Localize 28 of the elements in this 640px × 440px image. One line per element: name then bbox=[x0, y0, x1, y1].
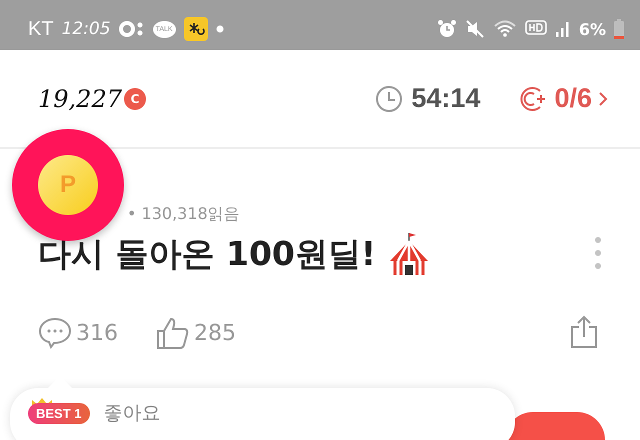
hd-icon bbox=[524, 20, 547, 38]
signal-icon bbox=[554, 20, 571, 38]
more-icon bbox=[594, 236, 602, 270]
comment-text: 좋아요 bbox=[104, 401, 161, 426]
app-icon bbox=[184, 17, 208, 41]
mute-icon bbox=[464, 19, 485, 39]
carrier: KT bbox=[28, 18, 54, 40]
wifi-icon bbox=[492, 19, 517, 39]
points-value: 19,227 bbox=[38, 84, 122, 112]
timer: 54:14 bbox=[411, 83, 480, 114]
missions-button[interactable]: 0/6 bbox=[518, 83, 608, 114]
chevron-right-icon bbox=[598, 90, 608, 108]
dot-icon bbox=[216, 25, 224, 33]
thumbs-up-icon bbox=[156, 316, 190, 350]
best-badge: BEST 1 bbox=[28, 402, 90, 424]
clock: 12:05 bbox=[62, 19, 111, 39]
clock-icon bbox=[375, 84, 404, 112]
alarm-icon bbox=[436, 19, 457, 39]
share-icon bbox=[570, 314, 598, 348]
comments-button[interactable]: 316 bbox=[38, 316, 118, 350]
comment-icon bbox=[38, 316, 72, 350]
like-button[interactable]: 285 bbox=[156, 316, 236, 350]
post-meta: • 130,318읽음 bbox=[127, 204, 241, 225]
points-floating-button[interactable]: P bbox=[12, 129, 124, 241]
battery-icon bbox=[614, 19, 624, 39]
coin-badge: C bbox=[124, 88, 146, 110]
battery-percent: 6% bbox=[578, 20, 606, 38]
record-icon bbox=[118, 21, 145, 37]
